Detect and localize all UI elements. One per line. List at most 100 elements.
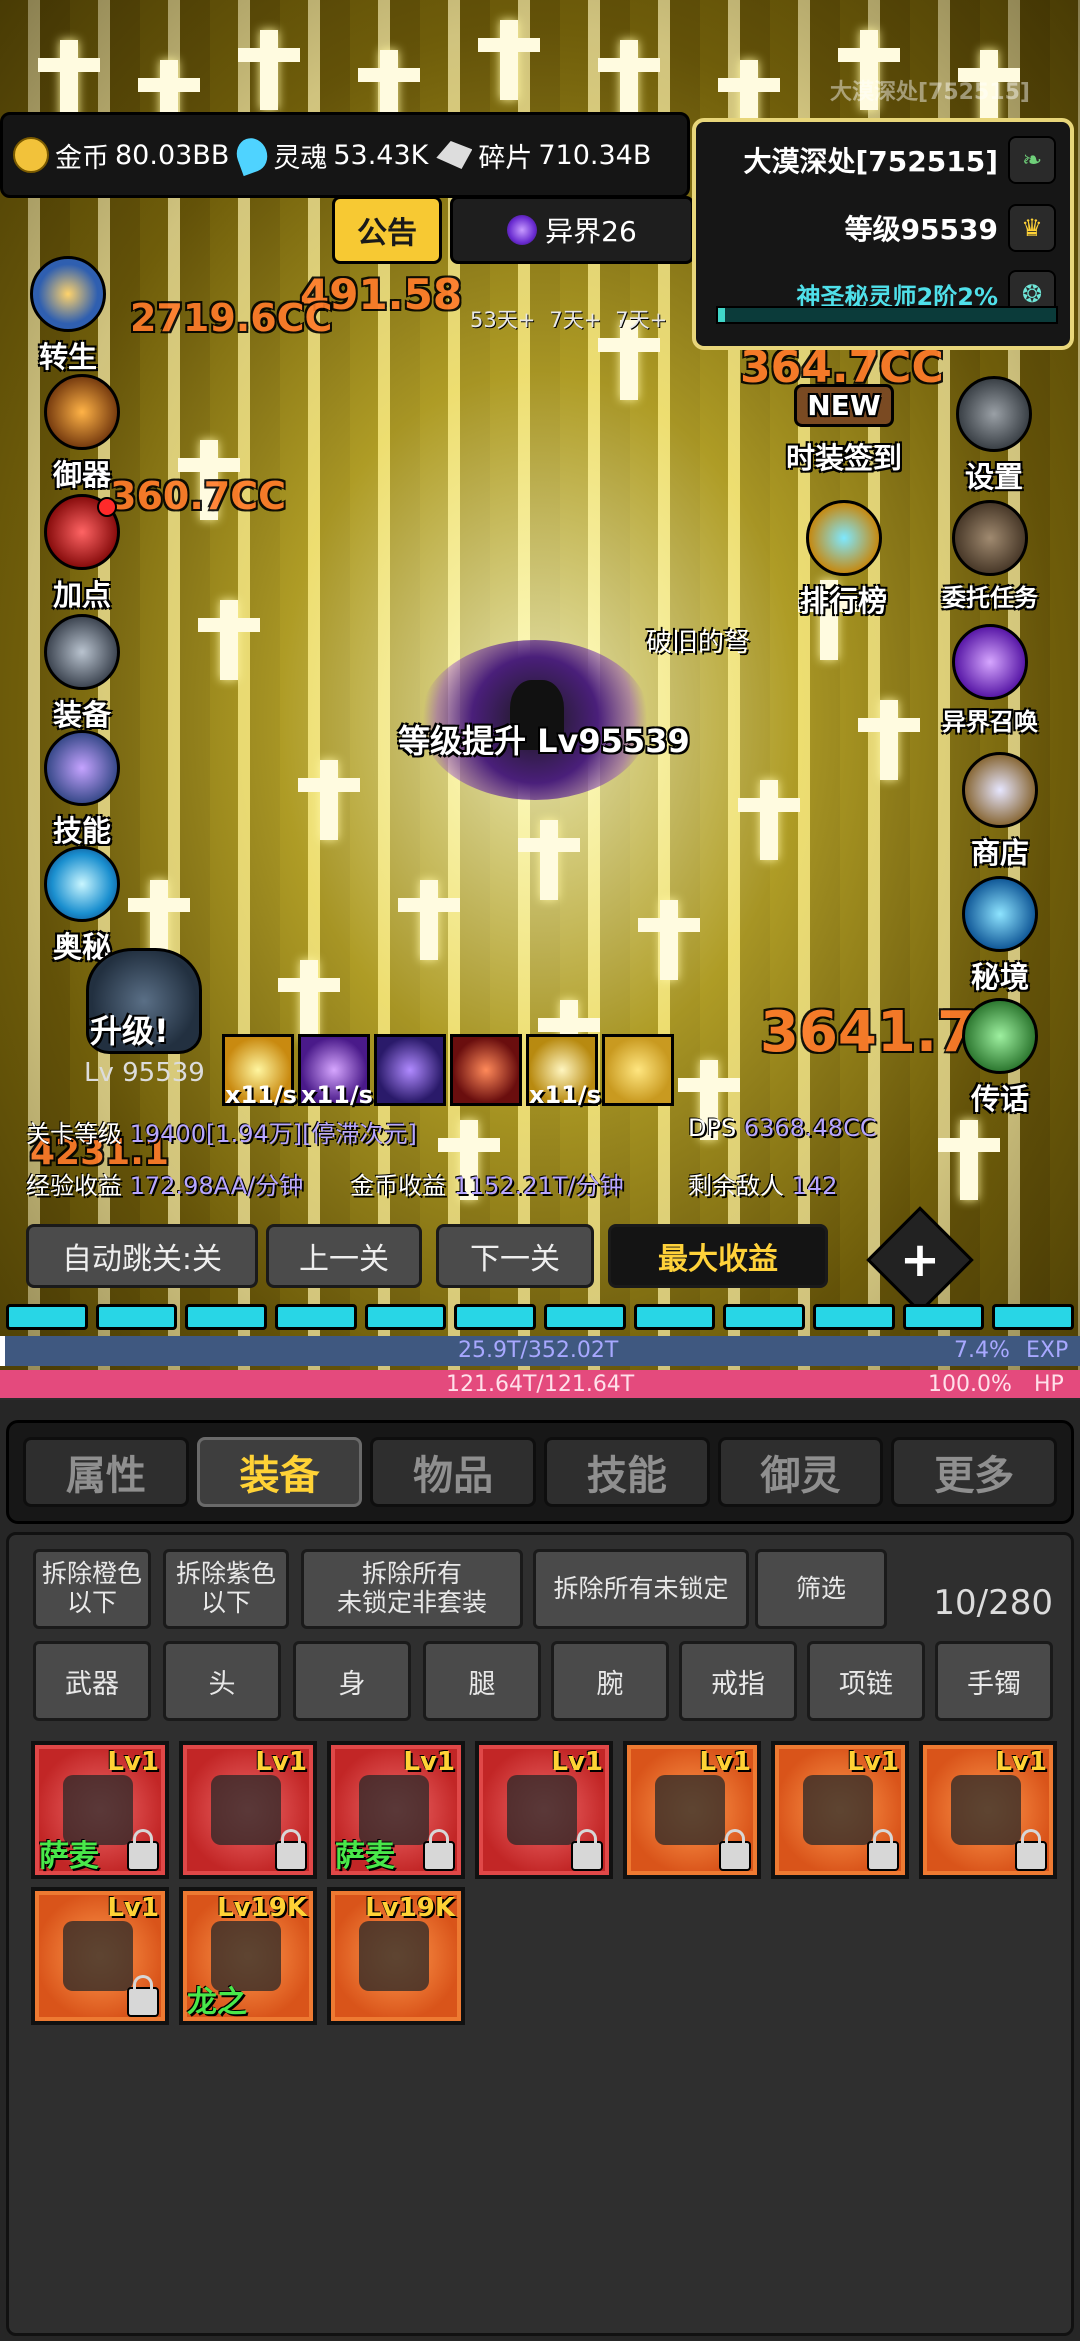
equipment-item[interactable]: Lv1 萨麦 (327, 1741, 465, 1879)
dps-stat: DPS 6368.48CC (688, 1114, 877, 1142)
tab-items[interactable]: 物品 (370, 1437, 537, 1507)
menu-attributes[interactable]: 加点 (44, 494, 120, 614)
lock-icon[interactable] (127, 1829, 159, 1871)
filter-button[interactable]: 筛选 (755, 1549, 887, 1629)
menu-message[interactable]: 传话 (962, 998, 1038, 1118)
dps-label: DPS (688, 1114, 737, 1142)
tab-spirits[interactable]: 御灵 (717, 1437, 884, 1507)
exp-bar-label: EXP (1026, 1338, 1069, 1363)
wave-segment (902, 1304, 985, 1330)
equipment-item[interactable]: Lv1 (919, 1741, 1057, 1879)
item-icon (951, 1775, 1021, 1845)
lock-icon[interactable] (127, 1975, 159, 2017)
equipment-item[interactable]: Lv1 (31, 1887, 169, 2025)
notice-button[interactable]: 公告 (332, 196, 442, 264)
auto-skip-toggle[interactable]: 自动跳关:关 (26, 1224, 258, 1288)
artifact-icon (44, 374, 120, 450)
skill-rate: x11/s (529, 1081, 601, 1109)
realm-label: 异界26 (545, 215, 637, 248)
slot-necklace[interactable]: 项链 (807, 1641, 925, 1721)
skill-slot[interactable]: x11/s (222, 1034, 297, 1109)
gear-icon (956, 376, 1032, 452)
exp-bar-text: 25.9T/352.02T (458, 1338, 619, 1363)
menu-skills[interactable]: 技能 (44, 730, 120, 850)
equipment-item[interactable]: Lv1 萨麦 (31, 1741, 169, 1879)
slot-weapon[interactable]: 武器 (33, 1641, 151, 1721)
summon-portal-icon (952, 624, 1028, 700)
equipment-item[interactable]: Lv1 (475, 1741, 613, 1879)
tab-skills[interactable]: 技能 (544, 1437, 710, 1507)
dismantle-orange-button[interactable]: 拆除橙色 以下 (33, 1549, 151, 1629)
menu-shop[interactable]: 商店 (962, 752, 1038, 872)
skill-slot[interactable] (374, 1034, 446, 1106)
crown-icon[interactable]: ♛ (1008, 204, 1056, 252)
area-name-ghost: 大漠深处[752515] (830, 80, 1030, 105)
gold-income-value: 1152.21T/分钟 (453, 1172, 624, 1200)
menu-secret-realm[interactable]: 秘境 (962, 876, 1038, 996)
menu-summon[interactable]: 异界召唤 (942, 624, 1038, 737)
equipment-item[interactable]: Lv19K (327, 1887, 465, 2025)
map-leaf-icon[interactable]: ❧ (1008, 136, 1056, 184)
inventory-count: 10/280 (933, 1583, 1053, 1623)
portal-icon (507, 215, 538, 245)
lock-icon[interactable] (275, 1829, 307, 1871)
equipment-item[interactable]: Lv1 (771, 1741, 909, 1879)
slot-ring[interactable]: 戒指 (679, 1641, 797, 1721)
lock-icon[interactable] (423, 1829, 455, 1871)
light-cross (198, 600, 260, 680)
light-cross (398, 880, 460, 960)
slot-head[interactable]: 头 (163, 1641, 281, 1721)
exp-income-label: 经验收益 (26, 1172, 122, 1200)
menu-settings[interactable]: 设置 (956, 376, 1032, 496)
stage-label: 关卡等级 (26, 1120, 122, 1148)
menu-label: 转生 (38, 340, 97, 374)
skill-slot[interactable]: x11/s (526, 1034, 601, 1109)
shop-bag-icon (962, 752, 1038, 828)
horn-icon (962, 998, 1038, 1074)
slot-bracelet[interactable]: 手镯 (935, 1641, 1053, 1721)
menu-leaderboard[interactable]: 排行榜 (800, 500, 887, 620)
lock-icon[interactable] (571, 1829, 603, 1871)
slot-body[interactable]: 身 (293, 1641, 411, 1721)
tab-more[interactable]: 更多 (891, 1437, 1058, 1507)
menu-artifact[interactable]: 御器 (44, 374, 120, 494)
lock-icon[interactable] (719, 1829, 751, 1871)
lock-icon[interactable] (867, 1829, 899, 1871)
dismantle-unlocked-nonset-button[interactable]: 拆除所有 未锁定非套装 (301, 1549, 523, 1629)
soul-resource: 灵魂 53.43K (232, 133, 428, 177)
stage-stat: 关卡等级 19400[1.94万][停滞次元] (26, 1114, 417, 1149)
dismantle-purple-button[interactable]: 拆除紫色 以下 (163, 1549, 289, 1629)
menu-rebirth[interactable]: 转生 (30, 256, 106, 376)
prev-stage-button[interactable]: 上一关 (266, 1224, 422, 1288)
next-stage-button[interactable]: 下一关 (436, 1224, 594, 1288)
tab-attributes[interactable]: 属性 (23, 1437, 189, 1507)
menu-label: 秘境 (970, 960, 1029, 994)
gold-income-label: 金币收益 (350, 1172, 446, 1200)
exp-income-stat: 经验收益 172.98AA/分钟 (26, 1166, 303, 1201)
realm-button[interactable]: 异界26 (450, 196, 694, 264)
equipment-item[interactable]: Lv19K 龙之 (179, 1887, 317, 2025)
light-cross (738, 780, 800, 860)
skill-slot[interactable] (602, 1034, 674, 1106)
lock-icon[interactable] (1015, 1829, 1047, 1871)
slot-legs[interactable]: 腿 (423, 1641, 541, 1721)
boss-portrait[interactable]: 升级! Lv 95539 (46, 948, 216, 1098)
menu-equipment[interactable]: 装备 (44, 614, 120, 734)
skill-slot[interactable] (450, 1034, 522, 1106)
scroll-icon (44, 730, 120, 806)
item-drop-label[interactable]: 破旧的弩 (646, 622, 750, 659)
item-icon (359, 1921, 429, 1991)
menu-commission[interactable]: 委托任务 (942, 500, 1038, 613)
menu-costume-signin[interactable]: NEW 时装签到 (786, 384, 902, 477)
item-level: Lv1 (107, 1747, 159, 1777)
max-profit-button[interactable]: 最大收益 (608, 1224, 828, 1288)
damage-number: 2719.6CC (130, 296, 333, 340)
buff-timer: 7天+ (615, 308, 668, 332)
equipment-item[interactable]: Lv1 (179, 1741, 317, 1879)
tab-equipment[interactable]: 装备 (196, 1437, 363, 1507)
equipment-item[interactable]: Lv1 (623, 1741, 761, 1879)
slot-wrist[interactable]: 腕 (551, 1641, 669, 1721)
item-level: Lv19K (365, 1893, 455, 1923)
skill-slot[interactable]: x11/s (298, 1034, 373, 1109)
dismantle-unlocked-button[interactable]: 拆除所有未锁定 (533, 1549, 749, 1629)
